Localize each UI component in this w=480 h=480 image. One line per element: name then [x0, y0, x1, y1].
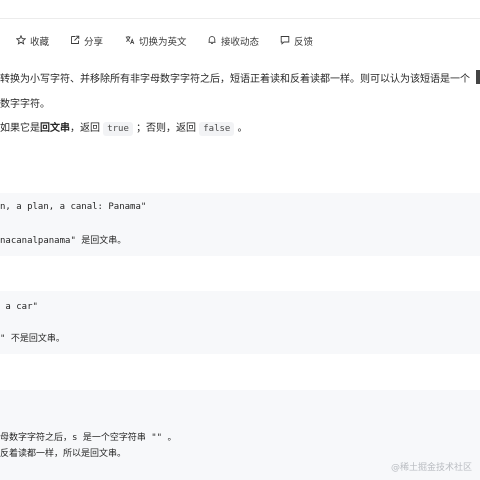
- switch-language-button[interactable]: 切换为英文: [125, 34, 187, 48]
- example-1-block: n, a plan, a canal: Panama" nacanalpanam…: [0, 193, 480, 256]
- palindrome-term: 回文串: [40, 123, 70, 134]
- favorite-label: 收藏: [30, 37, 50, 48]
- watermark: @稀土掘金技术社区: [390, 463, 472, 473]
- example-3-explanation-2: 反着读都一样，所以是回文串。: [0, 449, 127, 459]
- desc-prefix: 如果它是: [0, 123, 40, 134]
- share-icon: [70, 35, 80, 48]
- share-button[interactable]: 分享: [70, 34, 103, 48]
- example-2-input: a car": [0, 302, 38, 312]
- bell-icon: [207, 35, 217, 48]
- translate-icon: [125, 35, 135, 48]
- desc-mid-2: ；否则，返回: [136, 123, 197, 134]
- scrollbar-thumb[interactable]: [476, 70, 480, 84]
- example-1-input: n, a plan, a canal: Panama": [0, 202, 147, 212]
- example-2-explanation: " 不是回文串。: [0, 334, 65, 344]
- true-code: true: [103, 122, 133, 136]
- desc-mid-1: ，返回: [70, 123, 100, 134]
- subscribe-label: 接收动态: [221, 37, 260, 48]
- desc-end: 。: [237, 123, 248, 134]
- example-2-block: a car" " 不是回文串。: [0, 291, 480, 354]
- share-label: 分享: [84, 37, 104, 48]
- subscribe-button[interactable]: 接收动态: [207, 34, 259, 48]
- description-line-1: 转换为小写字符、并移除所有非字母数字字符之后，短语正着读和反着读都一样。则可以认…: [0, 74, 470, 85]
- example-3-explanation-1: 母数字字符之后，s 是一个空字符串 "" 。: [0, 433, 177, 443]
- feedback-label: 反馈: [294, 37, 314, 48]
- star-icon: [15, 34, 27, 48]
- description-line-2: 数字字符。: [0, 99, 50, 110]
- feedback-icon: [280, 35, 290, 48]
- favorite-button[interactable]: 收藏: [15, 34, 50, 48]
- example-1-explanation: nacanalpanama" 是回文串。: [0, 236, 127, 246]
- false-code: false: [199, 122, 235, 136]
- switch-language-label: 切换为英文: [139, 37, 187, 48]
- feedback-button[interactable]: 反馈: [280, 34, 313, 48]
- toolbar: 收藏 分享 切换为英文 接收动态 反馈: [0, 28, 480, 54]
- top-border: [0, 0, 480, 19]
- description-line-3: 如果它是回文串，返回 true ；否则，返回 false 。: [0, 119, 248, 136]
